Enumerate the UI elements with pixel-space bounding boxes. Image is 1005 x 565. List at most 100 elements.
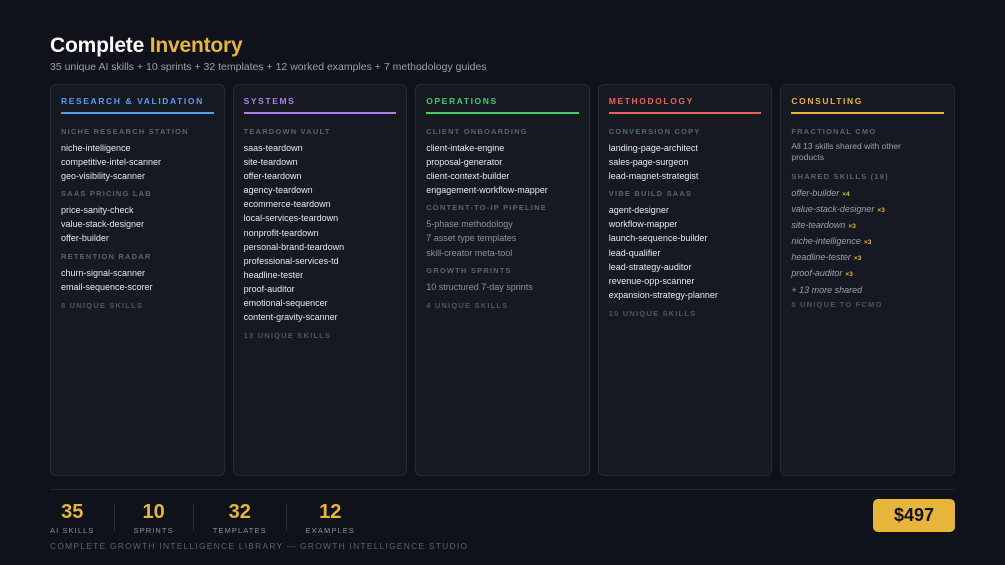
stat-value: 12 [319,501,342,523]
group-teardown-vault: TEARDOWN VAULT saas-teardown site-teardo… [244,127,397,324]
list-item: nonprofit-teardown [243,227,319,238]
list-item: workflow-mapper [608,219,678,230]
unique-skill-count: 4 UNIQUE SKILLS [426,300,509,310]
list-item: offer-builder [61,233,109,244]
list-item: landing-page-architect [608,143,698,153]
title-accent: Inventory [149,34,243,57]
list-item: agency-teardown [243,185,313,196]
column-operations: OPERATIONS CLIENT ONBOARDING client-inta… [415,84,590,476]
shared-skill-name: headline-tester [791,252,851,263]
list-item: client-context-builder [426,171,510,182]
group-vibe-build: VIBE BUILD SAAS agent-designer workflow-… [609,189,762,302]
list-item: content-gravity-scanner [243,312,338,323]
column-heading-operations: OPERATIONS [426,96,579,114]
shared-skills-label: SHARED SKILLS (19) [791,172,889,181]
shared-skill-multiplier: ×3 [845,271,853,279]
list-item: email-sequence-scorer [61,281,153,292]
list-item: lead-strategy-auditor [608,261,692,272]
section-label: TEARDOWN VAULT [243,127,331,136]
shared-skill-multiplier: ×4 [842,191,850,198]
shared-skill-multiplier: ×3 [877,207,885,215]
shared-skill-item: headline-tester ×3 [791,250,944,266]
column-consulting: CONSULTING FRACTIONAL CMO All 13 skills … [780,84,955,476]
list-item: emotional-sequencer [243,298,328,309]
section-label: FRACTIONAL CMO [791,127,877,136]
stat-examples: 12 EXAMPLES [306,500,355,535]
list-item: 5-phase methodology [426,219,513,230]
unique-skill-count: 8 UNIQUE SKILLS [61,300,144,310]
shared-skill-name: proof-auditor [791,268,843,279]
list-item: engagement-workflow-mapper [426,185,548,196]
shared-skill-item: proof-auditor ×3 [791,266,944,282]
list-item: lead-magnet-strategist [608,171,699,182]
list-item: headline-tester [243,269,304,280]
unique-skill-count: 10 UNIQUE SKILLS [608,308,697,318]
column-heading-consulting: CONSULTING [791,96,944,114]
list-item: churn-signal-scanner [61,267,146,278]
price-badge[interactable]: $497 [873,499,955,532]
column-heading-systems: SYSTEMS [243,96,397,114]
section-label: CONVERSION COPY [608,127,701,136]
column-research: RESEARCH & VALIDATION NICHE RESEARCH STA… [50,84,225,476]
column-heading-methodology: METHODOLOGY [608,96,762,114]
title-main: Complete [50,34,145,57]
list-item: 10 structured 7-day sprints [426,281,533,292]
stat-label: EXAMPLES [305,526,355,535]
list-item: expansion-strategy-planner [608,289,718,300]
inventory-columns: RESEARCH & VALIDATION NICHE RESEARCH STA… [50,84,955,476]
stat-value: 10 [142,501,165,523]
group-saas-pricing: SAAS PRICING LAB price-sanity-check valu… [61,189,214,245]
section-label: GROWTH SPRINTS [426,265,512,275]
shared-note: All 13 skills shared with other products [791,141,901,162]
list-item: price-sanity-check [61,205,134,216]
shared-skill-item: value-stack-designer ×3 [791,202,944,218]
list-item: offer-teardown [243,171,302,182]
page-subtitle: 35 unique AI skills + 10 sprints + 32 te… [50,61,487,73]
unique-skill-count: 0 UNIQUE TO FCMO [791,299,883,309]
group-growth-sprints: GROWTH SPRINTS 10 structured 7-day sprin… [426,266,579,294]
list-item: site-teardown [243,157,298,168]
stat-templates: 32 TEMPLATES [213,500,267,535]
page-header: Complete Inventory 35 unique AI skills +… [50,34,487,73]
list-item: skill-creator meta-tool [426,247,513,258]
column-methodology: METHODOLOGY CONVERSION COPY landing-page… [597,84,773,476]
group-content-to-ip: CONTENT-TO-IP PIPELINE 5-phase methodolo… [426,203,579,259]
stat-value: 32 [228,501,251,523]
shared-skill-name: niche-intelligence [791,236,861,247]
list-item: geo-visibility-scanner [61,171,146,182]
list-item: niche-intelligence [61,143,131,153]
stat-separator [192,503,194,531]
list-item: value-stack-designer [61,219,145,230]
group-client-onboarding: CLIENT ONBOARDING client-intake-engine p… [426,127,579,197]
shared-skill-name: site-teardown [791,220,846,231]
page-title: Complete Inventory [50,34,487,58]
stat-label: AI SKILLS [50,526,95,535]
group-niche-research: NICHE RESEARCH STATION niche-intelligenc… [61,127,214,183]
section-label: NICHE RESEARCH STATION [61,127,189,136]
list-item: agent-designer [608,205,669,216]
shared-skill-multiplier: ×3 [863,239,872,247]
stat-ai-skills: 35 AI SKILLS [50,500,95,535]
list-item: sales-page-surgeon [608,157,689,168]
list-item: competitive-intel-scanner [61,157,162,168]
list-item: 7 asset type templates [426,233,517,244]
section-label: SAAS PRICING LAB [61,189,152,199]
list-item: local-services-teardown [243,213,339,224]
list-item: proposal-generator [426,157,503,168]
list-item: ecommerce-teardown [243,199,331,210]
column-systems: SYSTEMS TEARDOWN VAULT saas-teardown sit… [232,84,408,476]
shared-skill-multiplier: ×3 [848,223,856,231]
list-item: proof-auditor [243,283,295,294]
group-retention-radar: RETENTION RADAR churn-signal-scanner ema… [61,252,214,294]
section-label: VIBE BUILD SAAS [608,189,693,199]
shared-skill-item: site-teardown ×3 [791,218,944,234]
list-item: revenue-opp-scanner [608,275,695,286]
stat-sprints: 10 SPRINTS [134,500,174,535]
column-heading-research: RESEARCH & VALIDATION [61,96,214,114]
section-label: RETENTION RADAR [61,251,152,261]
stat-label: TEMPLATES [212,526,267,535]
shared-skill-item: offer-builder ×4 [791,186,944,202]
stat-value: 35 [61,501,84,523]
stats-row: 35 AI SKILLS 10 SPRINTS 32 TEMPLATES 12 … [50,500,355,535]
shared-skill-item: niche-intelligence ×3 [791,234,944,250]
